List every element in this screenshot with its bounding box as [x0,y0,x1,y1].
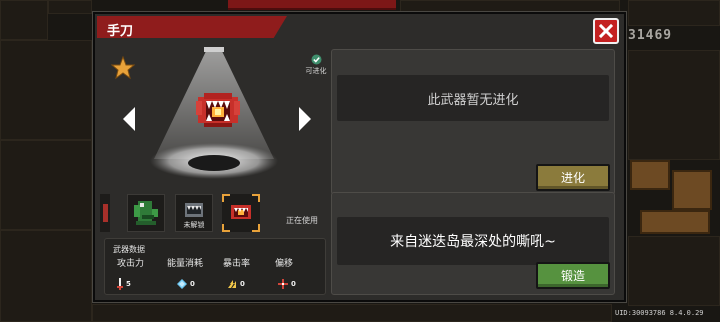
background-tile [628,236,720,306]
stat-value: 0 [240,279,245,288]
description-panel: 来自迷迭岛最深处的嘶吼~ 锻造 [331,192,615,295]
previous-arrow-icon[interactable] [121,107,137,131]
energy-crystal-icon [177,278,187,289]
green-creature-weapon-icon [134,201,158,225]
check-circle-icon [311,54,321,65]
background-crate [672,170,712,210]
stat-label: 攻击力 [117,259,145,269]
background-tile [92,304,612,322]
evolvable-label: 可进化 [305,67,327,75]
stat-value: 5 [126,279,131,288]
background-tile [400,0,620,12]
stat-energy-cost: 能量消耗 0 [167,256,223,292]
stat-crit-rate: 暴击率 0 [223,256,271,292]
sword-icon [117,277,123,290]
weapon-stats-panel: 武器数据 攻击力 5 能量消耗 0 暴击率 0 偏移 0 [104,238,326,295]
stat-value: 0 [291,279,296,288]
stat-attack: 攻击力 5 [117,256,165,292]
background-tile [628,50,720,160]
title-bar: 手刀 [97,16,287,38]
red-mouth-monster-icon [196,93,240,127]
background-tile [0,0,48,40]
evolution-text: 此武器暂无进化 [337,75,609,121]
evolvable-indicator: 可进化 [304,54,328,76]
crit-bolt-icon [228,279,236,288]
stat-label: 能量消耗 [167,259,204,269]
selection-corner [222,194,230,202]
next-arrow-icon[interactable] [297,107,313,131]
selection-corner [252,194,260,202]
background-tile [628,0,720,26]
weapon-slot-locked[interactable]: 未解锁 [175,194,213,232]
stat-label: 偏移 [275,259,294,269]
evolution-panel: 此武器暂无进化 进化 [331,49,615,195]
star-icon[interactable] [111,56,135,80]
weapon-preview: 可进化 [104,47,328,187]
background-tile [0,140,92,230]
stat-offset: 偏移 0 [275,256,323,292]
background-tile [0,230,92,322]
stat-label: 暴击率 [223,259,251,269]
background-tile [0,40,92,140]
red-slot-fragment-icon [103,204,108,222]
weapon-description: 来自迷迭岛最深处的嘶吼~ [337,217,609,265]
stat-value: 0 [190,279,195,288]
selection-corner [252,224,260,232]
dialog-title: 手刀 [107,24,134,39]
background-crate [630,160,670,190]
weapon-dialog: 手刀 可进化 未解锁 正在使用 武器数据 攻击力 5 能量消耗 0 暴击率 0 … [93,12,626,302]
locked-label: 未解锁 [183,221,205,229]
crosshair-icon [278,278,288,289]
in-use-label: 正在使用 [286,216,318,225]
weapon-slot-selected[interactable] [222,194,260,232]
evolve-button[interactable]: 进化 [536,164,610,191]
weapon-variant-slots: 未解锁 正在使用 [100,194,326,234]
close-button[interactable] [593,18,619,44]
stats-title: 武器数据 [113,245,145,254]
uid-version-text: UID:30093786 8.4.0.29 [615,309,704,317]
selection-corner [222,224,230,232]
close-x-icon [598,23,614,39]
background-banner [228,0,396,10]
weapon-slot[interactable] [127,194,165,232]
background-score: 31469 [628,28,673,43]
forge-button[interactable]: 锻造 [536,262,610,289]
background-tile [48,0,92,14]
background-crate [640,210,710,234]
slot-partial[interactable] [100,194,110,232]
